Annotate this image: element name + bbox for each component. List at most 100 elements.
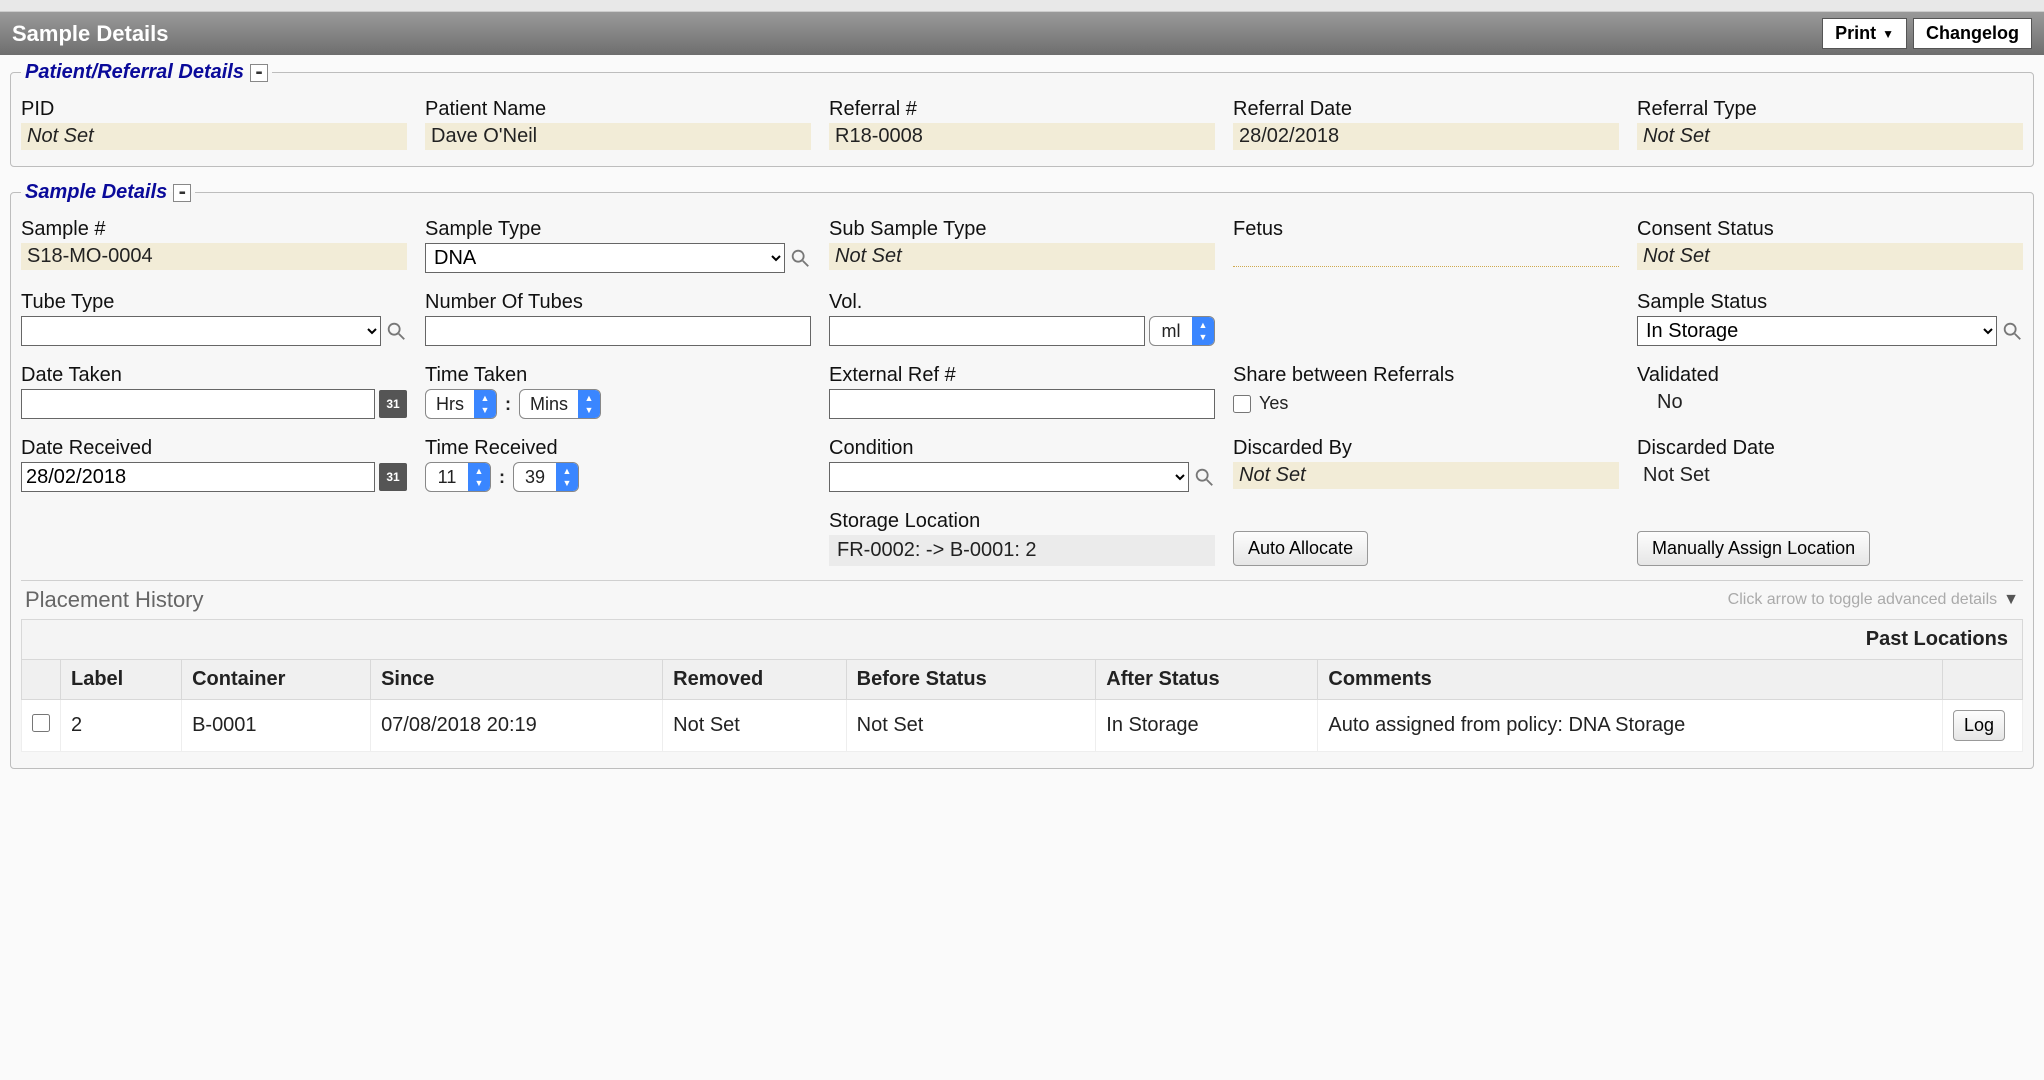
number-of-tubes-input[interactable] xyxy=(425,316,811,346)
sub-sample-type-label: Sub Sample Type xyxy=(829,218,1215,241)
stepper-arrows-icon: ▲▼ xyxy=(1192,317,1214,345)
divider xyxy=(21,580,2023,581)
condition-label: Condition xyxy=(829,437,1215,460)
search-icon[interactable] xyxy=(789,247,811,269)
print-button-label: Print xyxy=(1835,23,1876,44)
external-ref-input[interactable] xyxy=(829,389,1215,419)
patient-referral-section: Patient/Referral Details - PID Not Set P… xyxy=(10,61,2034,167)
cell-since: 07/08/2018 20:19 xyxy=(371,700,663,752)
vol-label: Vol. xyxy=(829,291,1215,314)
time-colon: : xyxy=(503,394,513,415)
placement-history-table: Label Container Since Removed Before Sta… xyxy=(21,659,2023,752)
placement-hint[interactable]: Click arrow to toggle advanced details ▼ xyxy=(1728,591,2019,609)
sample-status-select[interactable]: In Storage xyxy=(1637,316,1997,346)
discarded-date-value: Not Set xyxy=(1637,462,2023,489)
stepper-arrows-icon: ▲▼ xyxy=(578,390,600,418)
cell-before: Not Set xyxy=(846,700,1096,752)
time-taken-mins-value: Mins xyxy=(520,392,578,417)
col-since: Since xyxy=(371,660,663,700)
col-label: Label xyxy=(61,660,182,700)
window-chrome-top xyxy=(0,0,2044,12)
placement-hint-text: Click arrow to toggle advanced details xyxy=(1728,591,1997,609)
share-label: Share between Referrals xyxy=(1233,364,1619,387)
fetus-value xyxy=(1233,243,1619,267)
date-received-label: Date Received xyxy=(21,437,407,460)
time-received-mins-value: 39 xyxy=(514,465,556,490)
time-taken-label: Time Taken xyxy=(425,364,811,387)
stepper-arrows-icon: ▲▼ xyxy=(474,390,496,418)
time-received-hours-value: 11 xyxy=(426,465,468,490)
time-taken-hours-value: Hrs xyxy=(426,392,474,417)
time-received-label: Time Received xyxy=(425,437,811,460)
page-title: Sample Details xyxy=(12,21,169,47)
col-comments: Comments xyxy=(1318,660,1943,700)
col-container: Container xyxy=(182,660,371,700)
search-icon[interactable] xyxy=(2001,320,2023,342)
sample-details-legend-text: Sample Details xyxy=(25,181,167,204)
sample-type-select[interactable]: DNA xyxy=(425,243,785,273)
sample-number-value: S18-MO-0004 xyxy=(21,243,407,270)
col-removed: Removed xyxy=(663,660,847,700)
sample-type-label: Sample Type xyxy=(425,218,811,241)
sample-details-legend: Sample Details - xyxy=(21,181,195,204)
patient-referral-legend: Patient/Referral Details - xyxy=(21,61,272,84)
share-yes-label: Yes xyxy=(1259,393,1288,414)
vol-unit-label: ml xyxy=(1150,319,1192,344)
validated-value: No xyxy=(1637,389,2023,416)
tube-type-select[interactable] xyxy=(21,316,381,346)
col-after-status: After Status xyxy=(1096,660,1318,700)
vol-input[interactable] xyxy=(829,316,1145,346)
time-received-hours-stepper[interactable]: 11 ▲▼ xyxy=(425,462,491,492)
past-locations-header: Past Locations xyxy=(21,619,2023,659)
auto-allocate-button[interactable]: Auto Allocate xyxy=(1233,531,1368,566)
consent-status-value: Not Set xyxy=(1637,243,2023,270)
search-icon[interactable] xyxy=(385,320,407,342)
external-ref-label: External Ref # xyxy=(829,364,1215,387)
share-yes-checkbox[interactable] xyxy=(1233,395,1251,413)
changelog-button[interactable]: Changelog xyxy=(1913,18,2032,49)
sample-details-section: Sample Details - Sample # S18-MO-0004 Sa… xyxy=(10,181,2034,769)
sample-status-label: Sample Status xyxy=(1637,291,2023,314)
consent-status-label: Consent Status xyxy=(1637,218,2023,241)
cell-removed: Not Set xyxy=(663,700,847,752)
time-taken-mins-stepper[interactable]: Mins ▲▼ xyxy=(519,389,601,419)
collapse-icon[interactable]: - xyxy=(173,184,191,202)
date-taken-input[interactable] xyxy=(21,389,375,419)
chevron-down-icon: ▼ xyxy=(2003,591,2019,609)
referral-date-label: Referral Date xyxy=(1233,98,1619,121)
table-row: 2 B-0001 07/08/2018 20:19 Not Set Not Se… xyxy=(22,700,2023,752)
sub-sample-type-value: Not Set xyxy=(829,243,1215,270)
print-button[interactable]: Print xyxy=(1822,18,1907,49)
vol-unit-select[interactable]: ml ▲▼ xyxy=(1149,316,1215,346)
patient-name-label: Patient Name xyxy=(425,98,811,121)
condition-select[interactable] xyxy=(829,462,1189,492)
calendar-icon[interactable]: 31 xyxy=(379,390,407,418)
col-before-status: Before Status xyxy=(846,660,1096,700)
calendar-icon[interactable]: 31 xyxy=(379,463,407,491)
number-of-tubes-label: Number Of Tubes xyxy=(425,291,811,314)
discarded-by-label: Discarded By xyxy=(1233,437,1619,460)
search-icon[interactable] xyxy=(1193,466,1215,488)
cell-after: In Storage xyxy=(1096,700,1318,752)
referral-type-label: Referral Type xyxy=(1637,98,2023,121)
row-checkbox[interactable] xyxy=(32,714,50,732)
log-button[interactable]: Log xyxy=(1953,710,2005,741)
referral-type-value: Not Set xyxy=(1637,123,2023,150)
manually-assign-location-button[interactable]: Manually Assign Location xyxy=(1637,531,1870,566)
time-received-mins-stepper[interactable]: 39 ▲▼ xyxy=(513,462,579,492)
date-received-input[interactable] xyxy=(21,462,375,492)
sample-number-label: Sample # xyxy=(21,218,407,241)
patient-referral-legend-text: Patient/Referral Details xyxy=(25,61,244,84)
storage-location-value: FR-0002: -> B-0001: 2 xyxy=(829,535,1215,566)
page-header: Sample Details Print Changelog xyxy=(0,12,2044,55)
time-taken-hours-stepper[interactable]: Hrs ▲▼ xyxy=(425,389,497,419)
pid-value: Not Set xyxy=(21,123,407,150)
date-taken-label: Date Taken xyxy=(21,364,407,387)
header-button-group: Print Changelog xyxy=(1822,18,2032,49)
collapse-icon[interactable]: - xyxy=(250,64,268,82)
referral-date-value: 28/02/2018 xyxy=(1233,123,1619,150)
patient-name-value: Dave O'Neil xyxy=(425,123,811,150)
stepper-arrows-icon: ▲▼ xyxy=(468,463,490,491)
stepper-arrows-icon: ▲▼ xyxy=(556,463,578,491)
referral-number-label: Referral # xyxy=(829,98,1215,121)
